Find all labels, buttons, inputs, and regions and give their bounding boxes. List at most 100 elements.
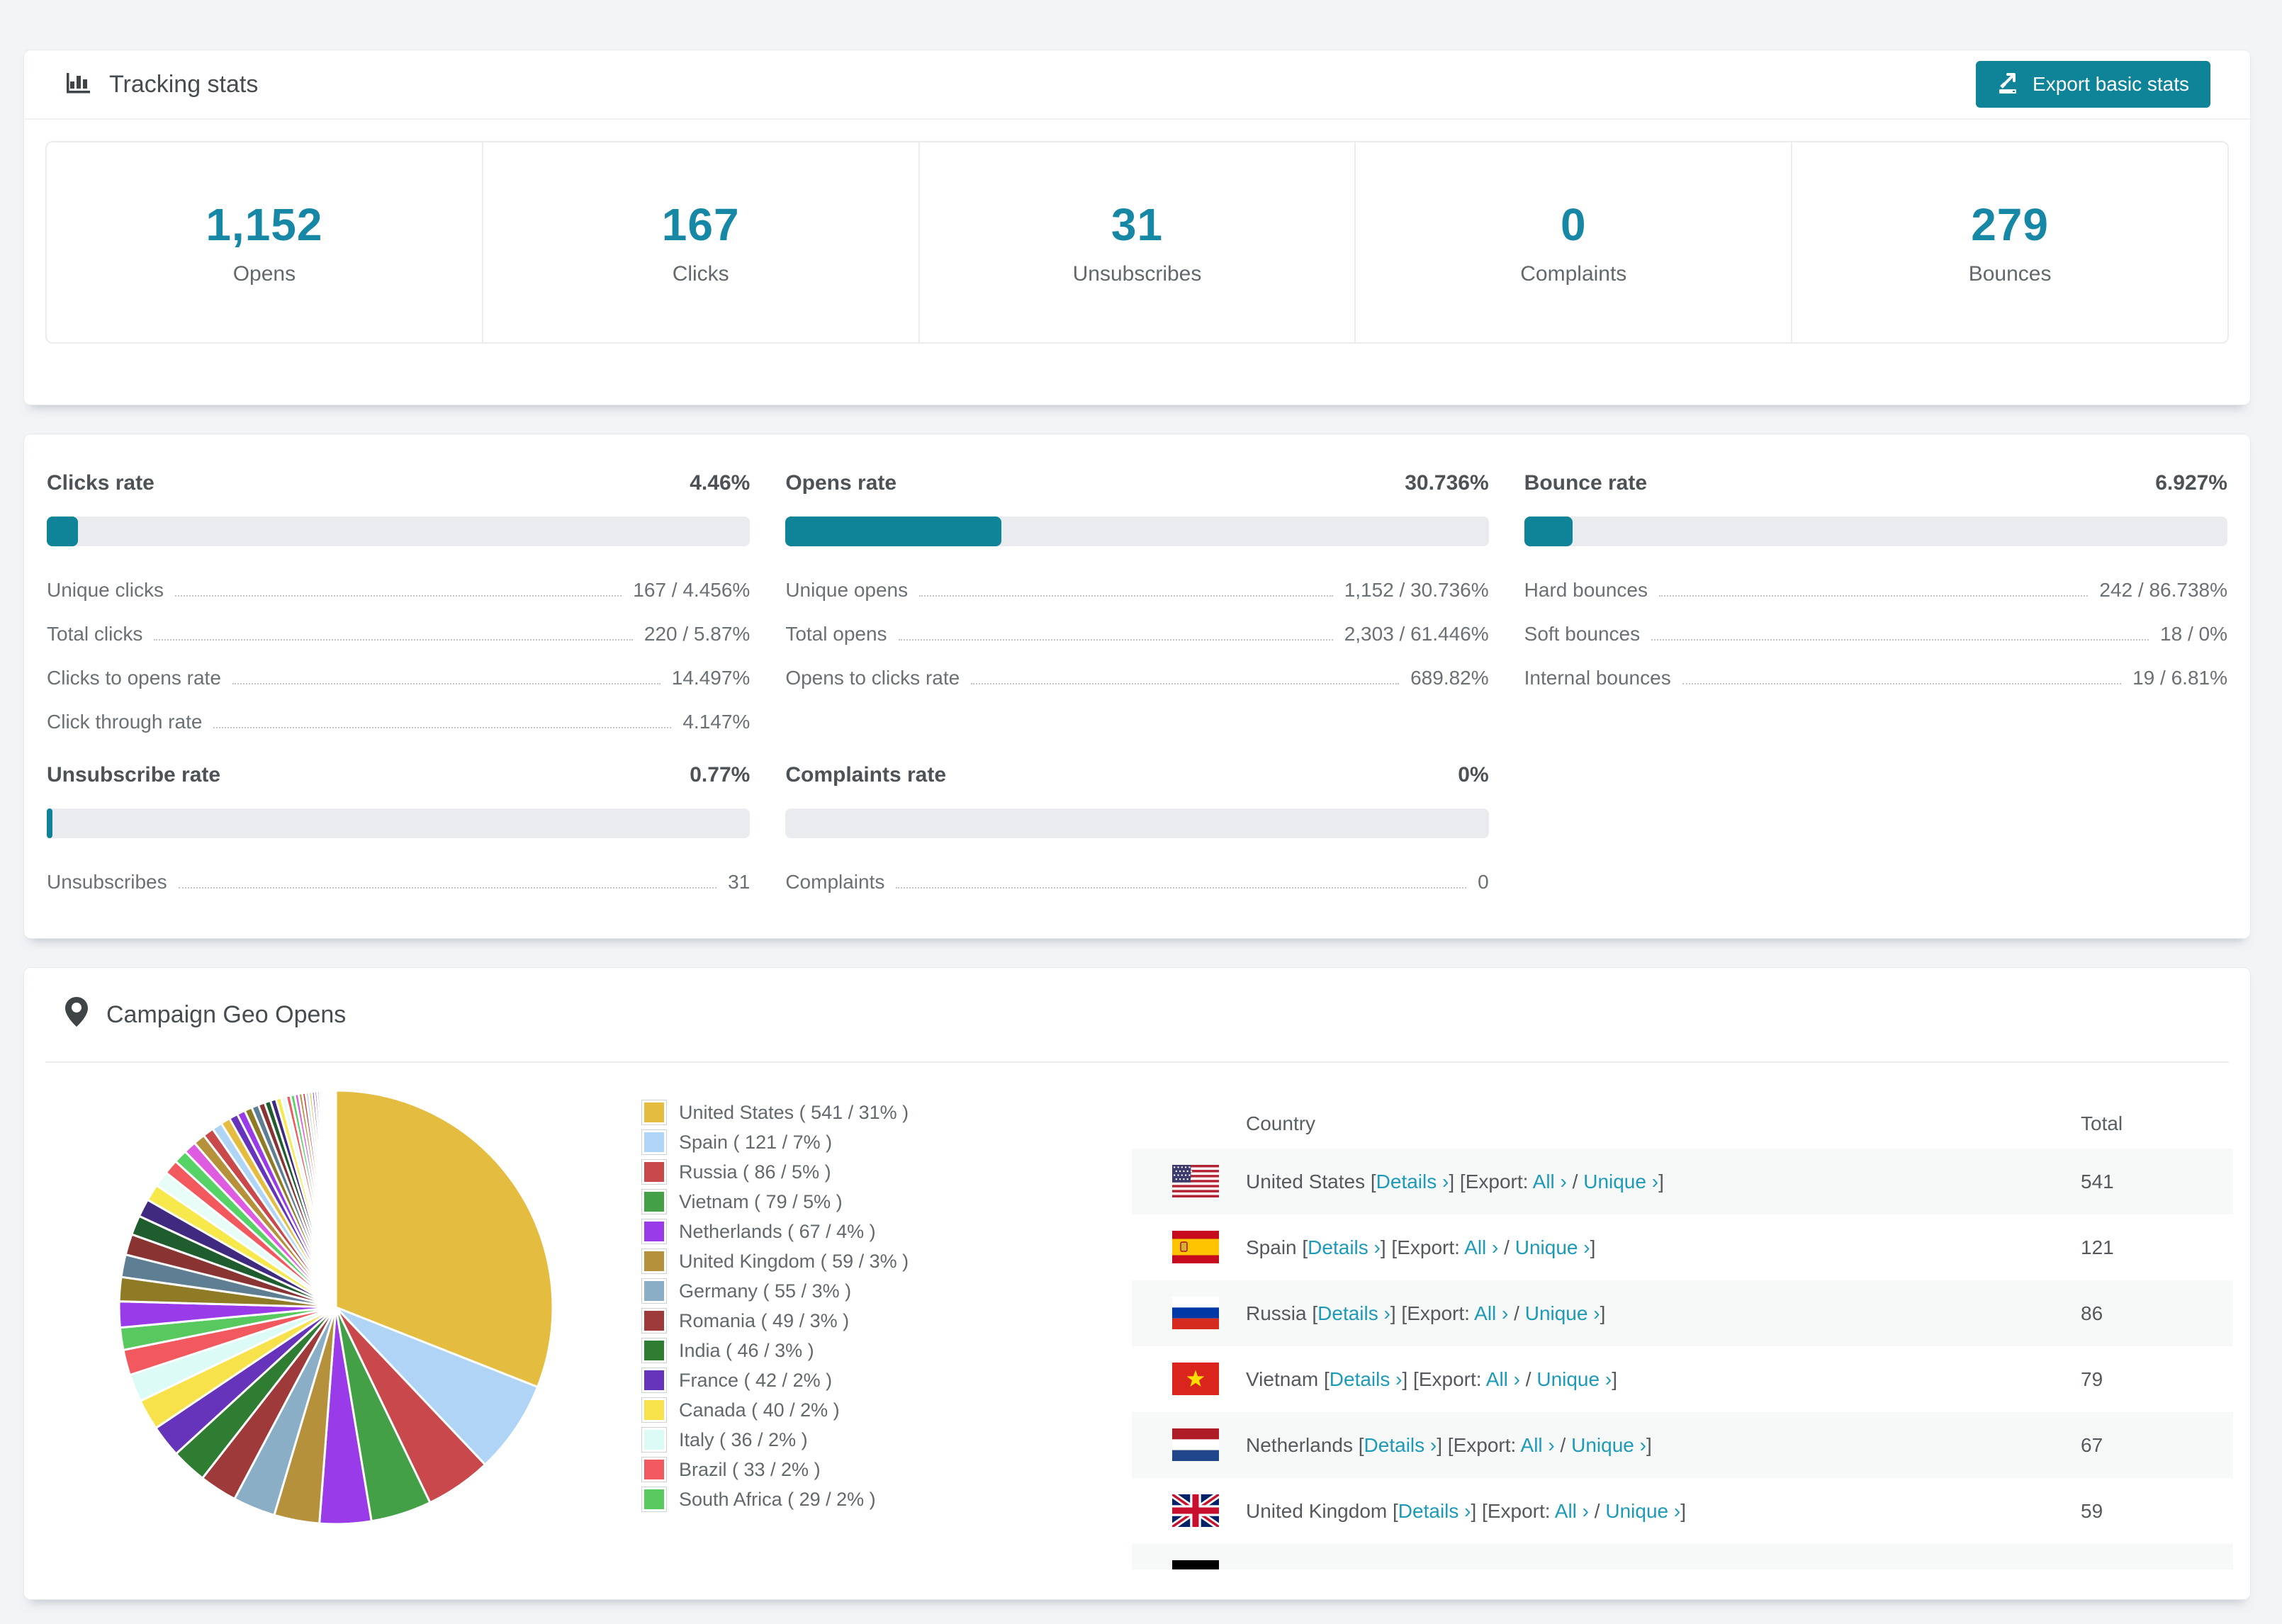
export-link[interactable]: All › <box>1555 1500 1589 1522</box>
bracket-text: ] [Export: <box>1390 1302 1475 1324</box>
dotted-leader <box>154 639 633 641</box>
export-link[interactable]: All › <box>1464 1236 1498 1258</box>
export-link[interactable]: Unique › <box>1515 1236 1590 1258</box>
rate-title: Clicks rate <box>47 471 154 495</box>
rate-row-label: Complaints <box>785 871 885 893</box>
progress-bar <box>47 517 751 546</box>
bracket-text: ] [Export: <box>1449 1170 1533 1192</box>
stat-value: 0 <box>1560 199 1587 250</box>
dotted-leader <box>971 683 1400 684</box>
rate-head: Unsubscribe rate 0.77% <box>47 763 750 787</box>
bracket-text: ] <box>1646 1433 1652 1456</box>
stat-card-opens: 1,152 Opens <box>47 142 483 342</box>
total-cell: 67 <box>2081 1433 2103 1456</box>
bracket-text: ] [Export: <box>1380 1236 1465 1258</box>
rate-row: Click through rate 4.147% <box>47 711 750 733</box>
country-cell: United Kingdom [Details ›] [Export: All … <box>1132 1494 2081 1527</box>
rate-block-bounce-rate: Bounce rate 6.927% Hard bounces 242 / 86.73… <box>1524 471 2227 733</box>
legend-item-france: France ( 42 / 2% ) <box>641 1365 909 1395</box>
pie-legend: United States ( 541 / 31% ) Spain ( 121 /… <box>641 1098 909 1514</box>
rate-row-label: Hard bounces <box>1524 579 1648 601</box>
rate-row-value: 0 <box>1478 871 1489 893</box>
stat-label: Bounces <box>1968 262 2052 286</box>
table-row-partial <box>1132 1544 2233 1569</box>
legend-label: Canada ( 40 / 2% ) <box>679 1399 840 1421</box>
legend-item-united-states: United States ( 541 / 31% ) <box>641 1098 909 1127</box>
bracket-text: ] [Export: <box>1402 1368 1486 1390</box>
page-title: Tracking stats <box>109 70 259 98</box>
export-link[interactable]: All › <box>1521 1434 1555 1456</box>
tracking-stats-page: Tracking stats Export basic stats 1,152 … <box>0 0 2282 1624</box>
export-link[interactable]: Unique › <box>1525 1302 1600 1324</box>
legend-swatch <box>641 1457 667 1482</box>
table-row-nl: Netherlands [Details ›] [Export: All › /… <box>1132 1412 2233 1478</box>
rate-row-value: 242 / 86.738% <box>2099 579 2227 601</box>
country-name: Spain [ <box>1246 1236 1308 1258</box>
rate-row-label: Total opens <box>785 623 887 645</box>
export-link[interactable]: Unique › <box>1605 1500 1680 1522</box>
bracket-text: ] [Export: <box>1471 1499 1555 1522</box>
rate-row-label: Unique clicks <box>47 579 164 601</box>
rate-row-label: Click through rate <box>47 711 203 733</box>
tracking-stats-title: Tracking stats <box>64 67 258 102</box>
legend-label: Russia ( 86 / 5% ) <box>679 1161 831 1183</box>
legend-label: France ( 42 / 2% ) <box>679 1369 833 1391</box>
total-cell: 121 <box>2081 1236 2114 1258</box>
export-link[interactable]: Details › <box>1330 1368 1403 1390</box>
progress-bar <box>47 808 751 838</box>
progress-bar <box>1524 517 2227 546</box>
stat-value: 1,152 <box>206 199 323 250</box>
export-link[interactable]: Details › <box>1364 1434 1437 1456</box>
column-header-total: Total <box>2081 1112 2123 1134</box>
slash-text: / <box>1566 1170 1584 1192</box>
geo-section-title: Campaign Geo Opens <box>106 1000 347 1028</box>
rate-head: Complaints rate 0% <box>785 763 1488 787</box>
export-link[interactable]: Unique › <box>1583 1171 1658 1192</box>
rate-title: Complaints rate <box>785 763 947 786</box>
rate-row-label: Opens to clicks rate <box>785 667 960 689</box>
country-name: United Kingdom [ <box>1246 1499 1398 1522</box>
rate-block-complaints-rate: Complaints rate 0% Complaints 0 <box>785 763 1489 893</box>
export-link[interactable]: Details › <box>1317 1302 1390 1324</box>
dotted-leader <box>174 595 622 597</box>
export-link[interactable]: Unique › <box>1571 1434 1646 1456</box>
rate-rows: Hard bounces 242 / 86.738% Soft bounces 18 … <box>1524 579 2227 689</box>
legend-item-germany: Germany ( 55 / 3% ) <box>641 1276 909 1306</box>
column-header-country: Country <box>1246 1112 1316 1134</box>
rate-title: Bounce rate <box>1524 471 1648 495</box>
progress-bar-fill <box>1524 517 1573 546</box>
export-link[interactable]: All › <box>1486 1368 1520 1390</box>
legend-item-brazil: Brazil ( 33 / 2% ) <box>641 1455 909 1484</box>
legend-item-netherlands: Netherlands ( 67 / 4% ) <box>641 1217 909 1246</box>
export-link[interactable]: All › <box>1474 1302 1508 1324</box>
slash-text: / <box>1589 1499 1606 1522</box>
legend-swatch <box>641 1248 667 1274</box>
rate-row: Opens to clicks rate 689.82% <box>785 667 1488 689</box>
rate-row: Unsubscribes 31 <box>47 871 750 893</box>
dotted-leader <box>898 639 1333 641</box>
country-cell: Spain [Details ›] [Export: All › / Uniqu… <box>1132 1231 2081 1263</box>
rate-head: Opens rate 30.736% <box>785 471 1488 495</box>
rate-head: Clicks rate 4.46% <box>47 471 750 495</box>
progress-bar-fill <box>47 517 79 546</box>
rate-row-label: Internal bounces <box>1524 667 1671 689</box>
export-link[interactable]: Details › <box>1376 1171 1449 1192</box>
rate-row-value: 220 / 5.87% <box>643 623 751 645</box>
legend-swatch <box>641 1278 667 1304</box>
rate-row-value: 19 / 6.81% <box>2132 667 2227 689</box>
export-link[interactable]: All › <box>1533 1171 1567 1192</box>
legend-item-canada: Canada ( 40 / 2% ) <box>641 1395 909 1425</box>
legend-label: Romania ( 49 / 3% ) <box>679 1309 850 1331</box>
export-link[interactable]: Details › <box>1308 1236 1381 1258</box>
rate-row-label: Unique opens <box>785 579 909 601</box>
export-link[interactable]: Unique › <box>1536 1368 1612 1390</box>
total-cell: 59 <box>2081 1499 2103 1522</box>
legend-label: South Africa ( 29 / 2% ) <box>679 1488 876 1510</box>
rate-rows: Unique opens 1,152 / 30.736% Total opens 2,… <box>785 579 1488 689</box>
geo-title: Campaign Geo Opens <box>64 996 346 1034</box>
flag-icon-de <box>1172 1560 1219 1569</box>
export-basic-stats-button[interactable]: Export basic stats <box>1976 61 2210 108</box>
rate-head: Bounce rate 6.927% <box>1524 471 2227 495</box>
export-link[interactable]: Details › <box>1398 1500 1471 1522</box>
rate-row-label: Unsubscribes <box>47 871 167 893</box>
